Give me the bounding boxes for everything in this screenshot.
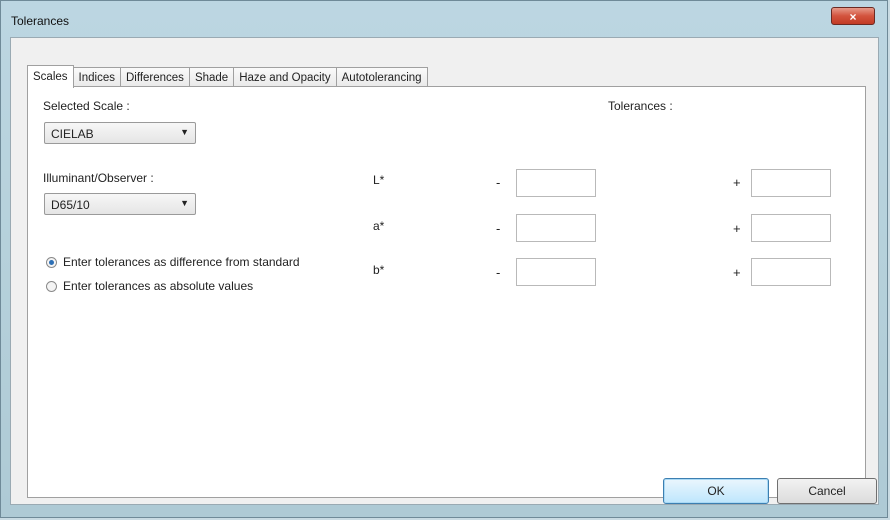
title-bar: Tolerances × (1, 1, 887, 37)
l-star-label: L* (373, 173, 385, 187)
radio-selected-icon (46, 256, 57, 268)
chevron-down-icon: ▼ (180, 198, 189, 208)
a-star-plus-sign: + (733, 221, 741, 236)
illuminant-observer-dropdown[interactable]: D65/10 ▼ (44, 193, 196, 215)
tab-indices[interactable]: Indices (72, 67, 121, 88)
tab-strip: Scales Indices Differences Shade Haze an… (27, 65, 428, 88)
scales-panel: Selected Scale : CIELAB ▼ Illuminant/Obs… (27, 86, 866, 498)
radio-difference-label: Enter tolerances as difference from stan… (63, 255, 300, 269)
radio-difference-from-standard[interactable]: Enter tolerances as difference from stan… (46, 255, 300, 269)
l-star-minus-sign: - (496, 175, 501, 190)
tab-shade[interactable]: Shade (188, 67, 235, 88)
tab-autotolerancing[interactable]: Autotolerancing (335, 67, 428, 88)
illuminant-observer-label: Illuminant/Observer : (43, 171, 154, 185)
dialog-client-area: Scales Indices Differences Shade Haze an… (10, 37, 879, 505)
a-star-minus-sign: - (496, 221, 501, 236)
close-icon: × (849, 10, 857, 24)
a-star-label: a* (373, 219, 385, 233)
l-star-plus-input[interactable] (751, 169, 831, 197)
ok-button[interactable]: OK (663, 478, 769, 504)
a-star-plus-input[interactable] (751, 214, 831, 242)
b-star-plus-input[interactable] (751, 258, 831, 286)
l-star-plus-sign: + (733, 175, 741, 190)
tolerances-label: Tolerances : (608, 99, 673, 113)
window-title: Tolerances (11, 14, 70, 28)
tab-scales[interactable]: Scales (27, 65, 74, 88)
radio-absolute-label: Enter tolerances as absolute values (63, 279, 254, 293)
cancel-button[interactable]: Cancel (777, 478, 877, 504)
close-button[interactable]: × (831, 7, 875, 25)
tab-haze-and-opacity[interactable]: Haze and Opacity (233, 67, 337, 88)
tolerances-dialog: Tolerances × Scales Indices Differences … (0, 0, 888, 518)
illuminant-observer-value: D65/10 (51, 198, 90, 212)
tab-differences[interactable]: Differences (119, 67, 190, 88)
b-star-minus-sign: - (496, 265, 501, 280)
selected-scale-value: CIELAB (51, 127, 94, 141)
a-star-minus-input[interactable] (516, 214, 596, 242)
selected-scale-label: Selected Scale : (43, 99, 130, 113)
b-star-label: b* (373, 263, 385, 277)
radio-unselected-icon (46, 280, 57, 292)
radio-absolute-values[interactable]: Enter tolerances as absolute values (46, 279, 253, 293)
l-star-minus-input[interactable] (516, 169, 596, 197)
b-star-plus-sign: + (733, 265, 741, 280)
selected-scale-dropdown[interactable]: CIELAB ▼ (44, 122, 196, 144)
b-star-minus-input[interactable] (516, 258, 596, 286)
chevron-down-icon: ▼ (180, 127, 189, 137)
